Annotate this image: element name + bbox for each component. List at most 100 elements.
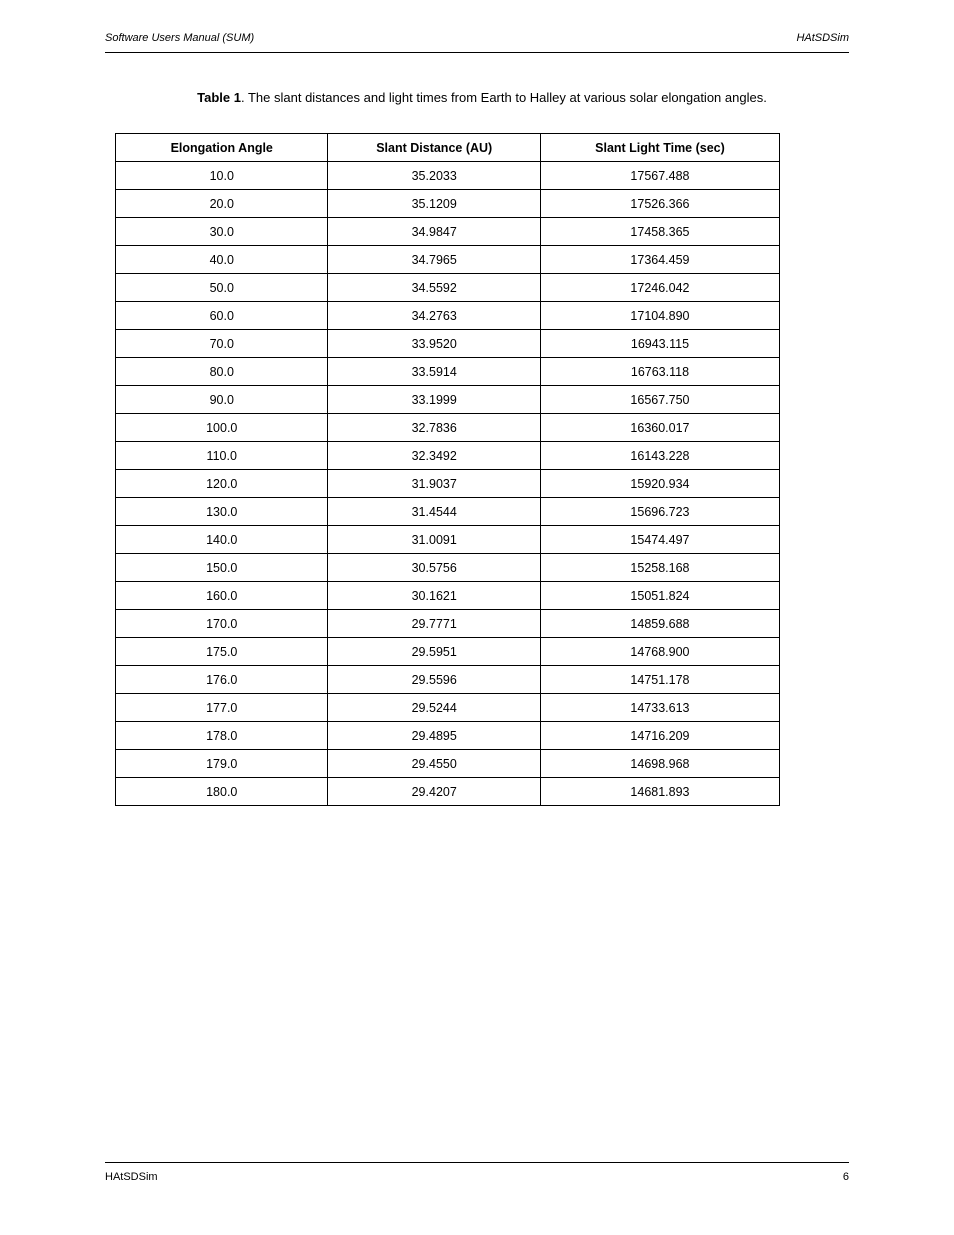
cell-distance: 30.5756 (328, 554, 540, 582)
table-row: 175.029.595114768.900 (116, 638, 780, 666)
table-header-row: Elongation Angle Slant Distance (AU) Sla… (116, 134, 780, 162)
cell-time: 14698.968 (540, 750, 779, 778)
col-header-distance: Slant Distance (AU) (328, 134, 540, 162)
cell-distance: 32.3492 (328, 442, 540, 470)
cell-distance: 29.5244 (328, 694, 540, 722)
cell-distance: 31.0091 (328, 526, 540, 554)
footer-rule (105, 1162, 849, 1163)
cell-time: 14859.688 (540, 610, 779, 638)
slant-distance-table: Elongation Angle Slant Distance (AU) Sla… (115, 133, 780, 806)
table-row: 50.034.559217246.042 (116, 274, 780, 302)
cell-time: 14716.209 (540, 722, 779, 750)
cell-time: 14751.178 (540, 666, 779, 694)
cell-angle: 60.0 (116, 302, 328, 330)
cell-distance: 29.4895 (328, 722, 540, 750)
table-row: 110.032.349216143.228 (116, 442, 780, 470)
table-row: 177.029.524414733.613 (116, 694, 780, 722)
table-row: 176.029.559614751.178 (116, 666, 780, 694)
cell-angle: 140.0 (116, 526, 328, 554)
footer-left: HAtSDSim (105, 1171, 158, 1183)
cell-distance: 33.5914 (328, 358, 540, 386)
cell-time: 17458.365 (540, 218, 779, 246)
header-right: HAtSDSim (796, 32, 849, 44)
cell-time: 16943.115 (540, 330, 779, 358)
cell-angle: 160.0 (116, 582, 328, 610)
cell-angle: 180.0 (116, 778, 328, 806)
cell-angle: 170.0 (116, 610, 328, 638)
cell-distance: 30.1621 (328, 582, 540, 610)
cell-time: 15474.497 (540, 526, 779, 554)
table-row: 178.029.489514716.209 (116, 722, 780, 750)
footer-right: 6 (843, 1171, 849, 1183)
cell-angle: 150.0 (116, 554, 328, 582)
cell-angle: 30.0 (116, 218, 328, 246)
cell-angle: 100.0 (116, 414, 328, 442)
cell-time: 16360.017 (540, 414, 779, 442)
cell-time: 16567.750 (540, 386, 779, 414)
cell-distance: 32.7836 (328, 414, 540, 442)
table-row: 170.029.777114859.688 (116, 610, 780, 638)
cell-distance: 34.2763 (328, 302, 540, 330)
cell-angle: 179.0 (116, 750, 328, 778)
cell-time: 14768.900 (540, 638, 779, 666)
cell-angle: 50.0 (116, 274, 328, 302)
col-header-angle: Elongation Angle (116, 134, 328, 162)
header-left: Software Users Manual (SUM) (105, 32, 254, 44)
cell-time: 17567.488 (540, 162, 779, 190)
table-caption: Table 1. The slant distances and light t… (115, 90, 849, 105)
table-row: 10.035.203317567.488 (116, 162, 780, 190)
cell-angle: 40.0 (116, 246, 328, 274)
table-row: 70.033.952016943.115 (116, 330, 780, 358)
cell-distance: 35.1209 (328, 190, 540, 218)
cell-distance: 31.4544 (328, 498, 540, 526)
col-header-time: Slant Light Time (sec) (540, 134, 779, 162)
cell-distance: 29.5951 (328, 638, 540, 666)
cell-angle: 80.0 (116, 358, 328, 386)
cell-time: 16763.118 (540, 358, 779, 386)
cell-angle: 178.0 (116, 722, 328, 750)
cell-distance: 29.5596 (328, 666, 540, 694)
table-row: 90.033.199916567.750 (116, 386, 780, 414)
table-row: 140.031.009115474.497 (116, 526, 780, 554)
table-row: 100.032.783616360.017 (116, 414, 780, 442)
table-row: 130.031.454415696.723 (116, 498, 780, 526)
table-row: 30.034.984717458.365 (116, 218, 780, 246)
cell-distance: 34.5592 (328, 274, 540, 302)
cell-distance: 34.9847 (328, 218, 540, 246)
table-row: 160.030.162115051.824 (116, 582, 780, 610)
cell-time: 14733.613 (540, 694, 779, 722)
cell-angle: 176.0 (116, 666, 328, 694)
cell-distance: 29.4207 (328, 778, 540, 806)
table-row: 60.034.276317104.890 (116, 302, 780, 330)
cell-time: 15920.934 (540, 470, 779, 498)
cell-time: 17526.366 (540, 190, 779, 218)
cell-angle: 110.0 (116, 442, 328, 470)
cell-distance: 29.4550 (328, 750, 540, 778)
cell-time: 15696.723 (540, 498, 779, 526)
table-row: 179.029.455014698.968 (116, 750, 780, 778)
cell-time: 14681.893 (540, 778, 779, 806)
cell-time: 17364.459 (540, 246, 779, 274)
table-row: 150.030.575615258.168 (116, 554, 780, 582)
table-row: 80.033.591416763.118 (116, 358, 780, 386)
table-body: 10.035.203317567.48820.035.120917526.366… (116, 162, 780, 806)
cell-distance: 34.7965 (328, 246, 540, 274)
table-row: 180.029.420714681.893 (116, 778, 780, 806)
cell-distance: 33.9520 (328, 330, 540, 358)
table-row: 20.035.120917526.366 (116, 190, 780, 218)
cell-time: 16143.228 (540, 442, 779, 470)
cell-angle: 175.0 (116, 638, 328, 666)
cell-distance: 33.1999 (328, 386, 540, 414)
cell-distance: 35.2033 (328, 162, 540, 190)
table-row: 40.034.796517364.459 (116, 246, 780, 274)
cell-distance: 31.9037 (328, 470, 540, 498)
cell-time: 17246.042 (540, 274, 779, 302)
cell-angle: 10.0 (116, 162, 328, 190)
cell-angle: 120.0 (116, 470, 328, 498)
cell-angle: 70.0 (116, 330, 328, 358)
cell-time: 17104.890 (540, 302, 779, 330)
table-caption-text: . The slant distances and light times fr… (241, 90, 767, 105)
content: Table 1. The slant distances and light t… (115, 90, 849, 806)
cell-distance: 29.7771 (328, 610, 540, 638)
cell-angle: 177.0 (116, 694, 328, 722)
